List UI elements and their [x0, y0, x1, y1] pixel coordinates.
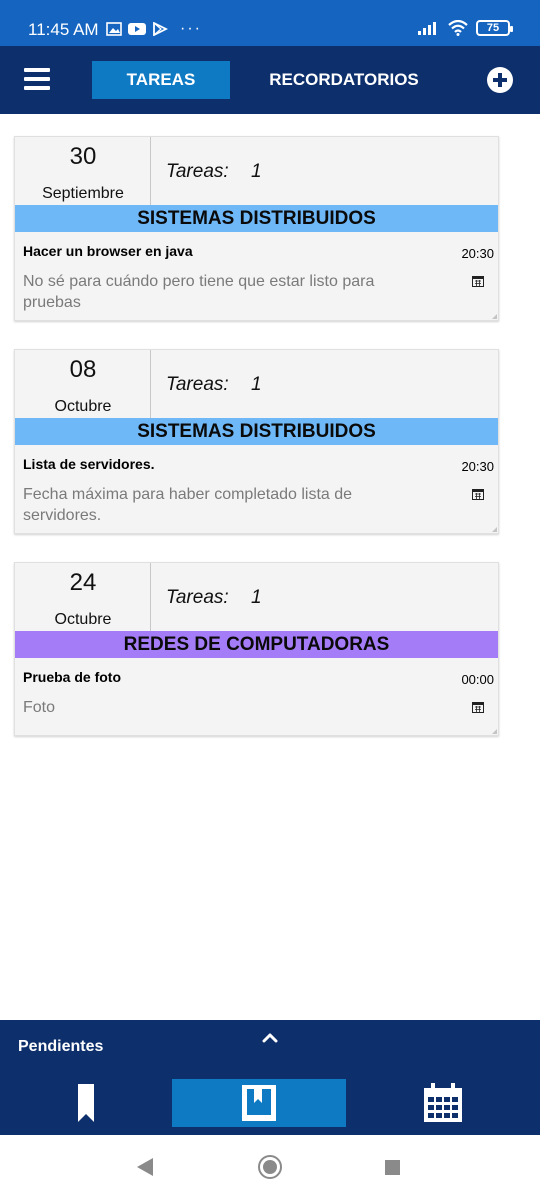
tasks-label: Tareas: — [166, 374, 229, 395]
tab-tareas-label: TAREAS — [126, 70, 196, 89]
tasks-count: 1 — [251, 161, 262, 182]
battery-level: 75 — [486, 22, 500, 34]
date-box: 24 Octubre — [15, 563, 151, 631]
recent-apps-icon[interactable] — [385, 1160, 400, 1175]
calendar-icon[interactable] — [472, 701, 484, 713]
task-description: No sé para cuándo pero tiene que estar l… — [23, 273, 375, 311]
tasks-label: Tareas: — [166, 587, 229, 608]
nav-bookmark[interactable] — [0, 1079, 172, 1127]
task-description: Foto — [23, 699, 56, 716]
date-day: 08 — [69, 356, 97, 383]
back-icon[interactable] — [137, 1158, 153, 1176]
calendar-icon[interactable] — [472, 488, 484, 500]
play-store-icon — [153, 22, 168, 36]
gallery-icon — [106, 22, 122, 36]
status-time: 11:45 AM — [28, 20, 99, 39]
task-time: 20:30 — [461, 459, 494, 474]
book-icon — [242, 1085, 276, 1121]
tasks-count: 1 — [251, 374, 262, 395]
card-header: 30 Septiembre Tareas: 1 — [15, 137, 498, 205]
hamburger-menu-icon[interactable] — [24, 68, 52, 92]
date-day: 24 — [69, 569, 97, 596]
task-description: Fecha máxima para haber completado lista… — [23, 486, 353, 524]
task-title: Prueba de foto — [23, 669, 122, 685]
task-time: 00:00 — [461, 672, 494, 687]
card-header: 08 Octubre Tareas: 1 — [15, 350, 498, 418]
home-icon[interactable] — [258, 1155, 282, 1179]
nav-book[interactable] — [172, 1079, 346, 1127]
more-notifications: ··· — [180, 20, 202, 37]
subject-bar: REDES DE COMPUTADORAS — [15, 631, 498, 658]
date-month: Octubre — [54, 611, 112, 628]
chevron-up-icon[interactable] — [262, 1030, 278, 1046]
task-card[interactable]: 30 Septiembre Tareas: 1 SISTEMAS DISTRIB… — [14, 136, 499, 321]
card-header: 24 Octubre Tareas: 1 — [15, 563, 498, 631]
calendar-icon — [424, 1083, 462, 1122]
task-card[interactable]: 08 Octubre Tareas: 1 SISTEMAS DISTRIBUID… — [14, 349, 499, 534]
subject-bar: SISTEMAS DISTRIBUIDOS — [15, 205, 498, 232]
card-corner — [492, 729, 497, 734]
notification-icons: ··· — [106, 20, 202, 38]
add-circle-icon[interactable] — [487, 67, 513, 93]
task-card[interactable]: 24 Octubre Tareas: 1 REDES DE COMPUTADOR… — [14, 562, 499, 736]
wifi-icon — [448, 20, 468, 36]
card-corner — [492, 314, 497, 319]
signal-icon — [418, 22, 436, 35]
system-nav-bar — [0, 1135, 540, 1200]
date-month: Octubre — [54, 398, 112, 415]
tasks-label: Tareas: — [166, 161, 229, 182]
nav-calendar[interactable] — [346, 1079, 540, 1127]
card-corner — [492, 527, 497, 532]
tasks-list: 30 Septiembre Tareas: 1 SISTEMAS DISTRIB… — [14, 136, 499, 764]
bottom-bar: Pendientes — [0, 1020, 540, 1135]
tab-recordatorios-label: RECORDATORIOS — [269, 70, 419, 89]
date-box: 30 Septiembre — [15, 137, 151, 205]
calendar-icon[interactable] — [472, 275, 484, 287]
bookmark-icon — [78, 1084, 94, 1122]
pending-label: Pendientes — [18, 1038, 104, 1055]
tab-recordatorios[interactable]: RECORDATORIOS — [254, 61, 434, 99]
battery-icon: 75 — [476, 20, 513, 36]
task-time: 20:30 — [461, 246, 494, 261]
task-title: Lista de servidores. — [23, 456, 155, 472]
app-bar: TAREAS RECORDATORIOS — [0, 46, 540, 114]
date-month: Septiembre — [42, 185, 124, 202]
task-title: Hacer un browser en java — [23, 243, 193, 259]
tab-tareas[interactable]: TAREAS — [92, 61, 230, 99]
tasks-count: 1 — [251, 587, 262, 608]
status-right: 75 — [418, 20, 513, 36]
subject-bar: SISTEMAS DISTRIBUIDOS — [15, 418, 498, 445]
youtube-icon — [128, 23, 146, 35]
date-day: 30 — [69, 143, 97, 170]
status-bar: 11:45 AM ··· 75 — [0, 0, 540, 46]
date-box: 08 Octubre — [15, 350, 151, 418]
